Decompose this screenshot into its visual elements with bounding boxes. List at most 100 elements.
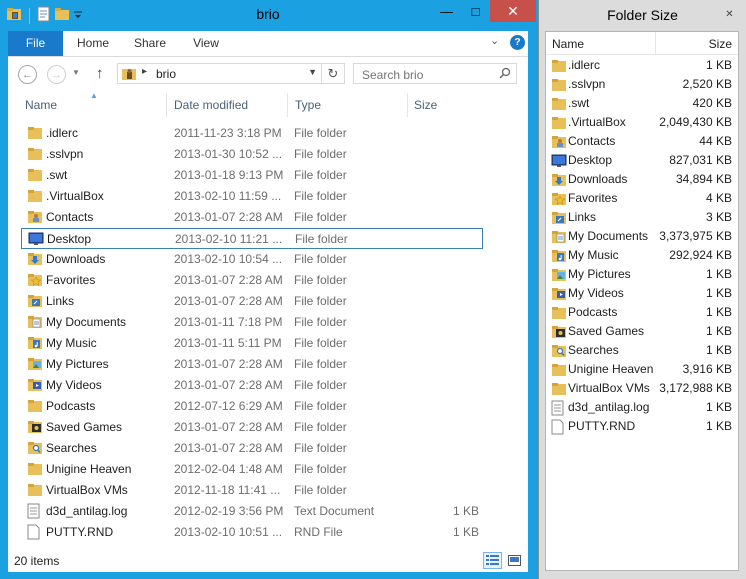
column-type[interactable]: Type: [295, 98, 321, 112]
help-icon[interactable]: ?: [510, 35, 525, 50]
file-row[interactable]: Contacts 2013-01-07 2:28 AM File folder: [21, 207, 483, 228]
back-arrow-icon[interactable]: ←: [18, 65, 37, 84]
folder-size-row[interactable]: Contacts 44 KB: [546, 132, 738, 151]
file-type: File folder: [294, 210, 347, 224]
folder-size-row[interactable]: PUTTY.RND 1 KB: [546, 417, 738, 436]
large-icons-view-icon[interactable]: [505, 552, 524, 569]
up-arrow-icon[interactable]: ↑: [96, 65, 104, 82]
close-icon[interactable]: ✕: [723, 8, 736, 21]
folder-icon: [27, 251, 43, 270]
refresh-icon[interactable]: ↻: [322, 63, 345, 84]
sort-ascending-icon: ▲: [90, 91, 98, 100]
title-bar: brio — □ ✕: [0, 0, 536, 31]
details-view-icon[interactable]: [483, 552, 502, 569]
file-row[interactable]: My Pictures 2013-01-07 2:28 AM File folder: [21, 354, 483, 375]
folder-size-value: 1 KB: [705, 400, 732, 414]
file-row[interactable]: Favorites 2013-01-07 2:28 AM File folder: [21, 270, 483, 291]
search-box[interactable]: [353, 63, 517, 84]
folder-size-value: 3,916 KB: [682, 362, 732, 376]
folder-size-row[interactable]: Searches 1 KB: [546, 341, 738, 360]
file-date-modified: 2013-01-07 2:28 AM: [174, 420, 283, 434]
folder-name: VirtualBox VMs: [568, 381, 650, 395]
file-row[interactable]: .idlerc 2011-11-23 3:18 PM File folder: [21, 123, 483, 144]
folder-size-row[interactable]: .sslvpn 2,520 KB: [546, 75, 738, 94]
file-name: My Music: [46, 336, 97, 350]
folder-name: .sslvpn: [568, 77, 606, 91]
folder-size-row[interactable]: VirtualBox VMs 3,172,988 KB: [546, 379, 738, 398]
folder-size-row[interactable]: Downloads 34,894 KB: [546, 170, 738, 189]
file-row[interactable]: Desktop 2013-02-10 11:21 ... File folder: [21, 228, 483, 249]
file-row[interactable]: Podcasts 2012-07-12 6:29 AM File folder: [21, 396, 483, 417]
file-row[interactable]: My Documents 2013-01-11 7:18 PM File folde…: [21, 312, 483, 333]
file-row[interactable]: Saved Games 2013-01-07 2:28 AM File folder: [21, 417, 483, 438]
folder-size-row[interactable]: .swt 420 KB: [546, 94, 738, 113]
file-row[interactable]: Searches 2013-01-07 2:28 AM File folder: [21, 438, 483, 459]
tab-file[interactable]: File: [8, 31, 63, 56]
folder-size-row[interactable]: d3d_antilag.log 1 KB: [546, 398, 738, 417]
file-row[interactable]: Downloads 2013-02-10 10:54 ... File folder: [21, 249, 483, 270]
folder-size-row[interactable]: Unigine Heaven 3,916 KB: [546, 360, 738, 379]
column-name[interactable]: Name: [25, 98, 57, 112]
folder-size-row[interactable]: My Documents 3,373,975 KB: [546, 227, 738, 246]
search-input[interactable]: [360, 65, 499, 84]
forward-arrow-icon[interactable]: →: [47, 65, 66, 84]
file-row[interactable]: .VirtualBox 2013-02-10 11:59 ... File fold…: [21, 186, 483, 207]
address-dropdown-icon[interactable]: ▼: [308, 67, 317, 77]
column-divider[interactable]: [287, 93, 288, 117]
folder-size-row[interactable]: Favorites 4 KB: [546, 189, 738, 208]
folder-size-row[interactable]: Saved Games 1 KB: [546, 322, 738, 341]
fs-column-size[interactable]: Size: [709, 37, 732, 51]
file-date-modified: 2013-01-07 2:28 AM: [174, 357, 283, 371]
file-row[interactable]: .sslvpn 2013-01-30 10:52 ... File folder: [21, 144, 483, 165]
folder-size-value: 3,172,988 KB: [659, 381, 732, 395]
file-date-modified: 2013-01-07 2:28 AM: [174, 294, 283, 308]
minimize-button[interactable]: —: [432, 0, 461, 22]
file-row[interactable]: Unigine Heaven 2012-02-04 1:48 AM File fol…: [21, 459, 483, 480]
column-divider[interactable]: [166, 93, 167, 117]
file-row[interactable]: My Videos 2013-01-07 2:28 AM File folder: [21, 375, 483, 396]
file-row[interactable]: PUTTY.RND 2013-02-10 10:51 ... RND File 1 K…: [21, 522, 483, 543]
file-name: Contacts: [46, 210, 94, 224]
file-row[interactable]: d3d_antilag.log 2012-02-19 3:56 PM Text Do…: [21, 501, 483, 522]
folder-size-row[interactable]: Desktop 827,031 KB: [546, 151, 738, 170]
folder-size-list: Name Size .idlerc 1 KB .sslvpn 2,520 KB .swt…: [545, 31, 739, 571]
tab-home[interactable]: Home: [64, 31, 122, 56]
search-icon[interactable]: [499, 67, 511, 82]
recent-locations-icon[interactable]: ▼: [72, 68, 80, 77]
folder-icon: [27, 482, 43, 501]
folder-size-row[interactable]: Podcasts 1 KB: [546, 303, 738, 322]
folder-size-row[interactable]: .VirtualBox 2,049,430 KB: [546, 113, 738, 132]
file-name: My Pictures: [46, 357, 109, 371]
address-bar[interactable]: ▸ brio ▼: [117, 63, 322, 84]
column-size[interactable]: Size: [414, 98, 437, 112]
file-icon: [27, 503, 41, 522]
folder-size-row[interactable]: My Music 292,924 KB: [546, 246, 738, 265]
file-row[interactable]: My Music 2013-01-11 5:11 PM File folder: [21, 333, 483, 354]
file-date-modified: 2012-02-04 1:48 AM: [174, 462, 283, 476]
breadcrumb-brio[interactable]: brio: [156, 67, 176, 81]
file-row[interactable]: Links 2013-01-07 2:28 AM File folder: [21, 291, 483, 312]
file-row[interactable]: VirtualBox VMs 2012-11-18 11:41 ... File f…: [21, 480, 483, 501]
folder-size-row[interactable]: .idlerc 1 KB: [546, 56, 738, 75]
folder-size-row[interactable]: Links 3 KB: [546, 208, 738, 227]
folder-size-value: 292,924 KB: [669, 248, 732, 262]
close-button[interactable]: ✕: [490, 0, 536, 22]
folder-size-row[interactable]: My Pictures 1 KB: [546, 265, 738, 284]
file-row[interactable]: .swt 2013-01-18 9:13 PM File folder: [21, 165, 483, 186]
tab-share[interactable]: Share: [122, 31, 178, 56]
file-date-modified: 2011-11-23 3:18 PM: [174, 126, 282, 140]
file-name: .swt: [46, 168, 68, 182]
fs-column-name[interactable]: Name: [552, 37, 584, 51]
folder-size-value: 1 KB: [705, 305, 732, 319]
tab-view[interactable]: View: [178, 31, 234, 56]
folder-size-row[interactable]: My Videos 1 KB: [546, 284, 738, 303]
chevron-down-icon[interactable]: ⌄: [490, 34, 499, 47]
file-size: 1 KB: [452, 525, 479, 539]
column-divider[interactable]: [655, 32, 656, 54]
file-date-modified: 2013-01-07 2:28 AM: [174, 210, 283, 224]
maximize-button[interactable]: □: [461, 0, 490, 22]
file-icon: [27, 524, 41, 543]
folder-icon: [28, 231, 44, 250]
column-divider[interactable]: [407, 93, 408, 117]
column-date-modified[interactable]: Date modified: [174, 98, 248, 112]
